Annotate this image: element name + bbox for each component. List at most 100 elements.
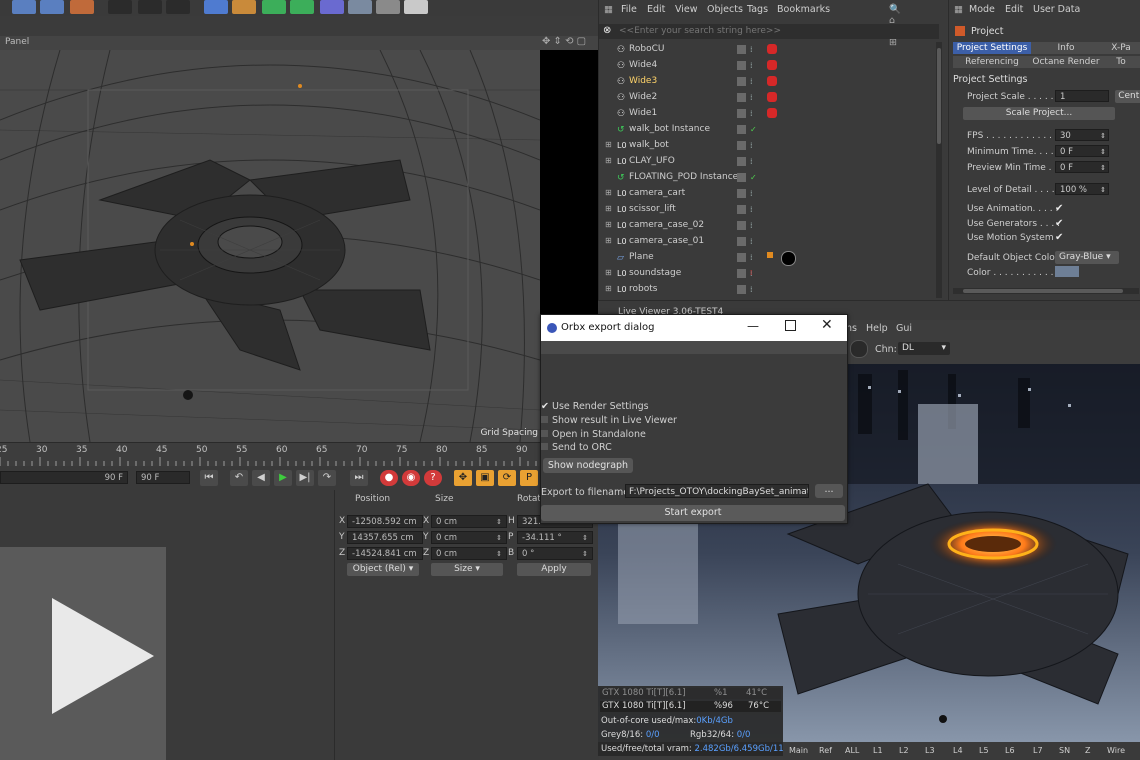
checkbox-icon[interactable]: ✔ (1055, 232, 1063, 243)
object-name[interactable]: camera_cart (629, 188, 685, 198)
render-pass-tab[interactable]: ALL (845, 746, 859, 755)
render-pass-tab[interactable]: Main (789, 746, 808, 755)
go-to-start-button[interactable]: ⏮ (200, 470, 218, 486)
viewport-panel-label[interactable]: Panel (5, 37, 29, 47)
render-pass-tab[interactable]: L6 (1005, 746, 1015, 755)
object-row[interactable]: ↺ walk_bot Instance ✓ (599, 122, 939, 138)
scale-project-button[interactable]: Scale Project... (963, 107, 1115, 120)
show-nodegraph-button[interactable]: Show nodegraph (543, 458, 633, 473)
object-name[interactable]: camera_case_02 (629, 220, 704, 230)
export-option[interactable]: ✔ Use Render Settings (541, 401, 649, 412)
expand-icon[interactable]: ⊞ (605, 157, 613, 165)
expand-icon[interactable]: ⊞ (605, 237, 613, 245)
render-pass-tab[interactable]: L5 (979, 746, 989, 755)
layer-icon[interactable] (737, 269, 746, 278)
browse-button[interactable]: ... (815, 484, 843, 498)
viewport-nav-icons[interactable]: ✥ ⇕ ⟲ ▢ (542, 36, 586, 47)
channel-select[interactable]: DL ▾ (898, 342, 950, 355)
om-menu-file[interactable]: File (621, 4, 637, 15)
attribute-tab[interactable]: X-Pa (1101, 42, 1140, 54)
object-name[interactable]: Wide3 (629, 76, 657, 86)
move-tool-icon[interactable] (12, 0, 36, 14)
visibility-dots-icon[interactable]: ⁞ (750, 141, 753, 150)
visibility-dots-icon[interactable]: ⁞ (750, 61, 753, 70)
expand-icon[interactable]: ⊞ (605, 205, 613, 213)
export-option[interactable]: Open in Standalone (541, 429, 646, 440)
render-settings-icon[interactable] (166, 0, 190, 14)
size-field[interactable]: 0 cm ⇕ (431, 515, 507, 528)
coordinate-mode-select[interactable]: Object (Rel) ▾ (347, 563, 419, 576)
om-menu-edit[interactable]: Edit (647, 4, 665, 15)
layer-icon[interactable] (737, 253, 746, 262)
visibility-dots-icon[interactable]: ⁞ (750, 285, 753, 294)
render-region-icon[interactable] (108, 0, 132, 14)
object-row[interactable]: ⚇ Wide4 ⁞ (599, 58, 939, 74)
export-option[interactable]: Send to ORC (541, 442, 612, 453)
live-viewer-menu-help[interactable]: Help (866, 323, 888, 334)
size-field[interactable]: 0 cm ⇕ (431, 531, 507, 544)
om-menu-bookmarks[interactable]: Bookmarks (777, 4, 830, 15)
camera-icon[interactable] (376, 0, 400, 14)
render-pass-tab[interactable]: L2 (899, 746, 909, 755)
apply-button[interactable]: Apply (517, 563, 591, 576)
layer-icon[interactable] (737, 45, 746, 54)
visibility-dots-icon[interactable]: ⁞ (750, 93, 753, 102)
texture-tag-icon[interactable] (767, 252, 773, 258)
close-icon[interactable]: ✕ (821, 317, 833, 333)
object-name[interactable]: Wide1 (629, 108, 657, 118)
nurbs-icon[interactable] (262, 0, 286, 14)
play-button[interactable]: ▶ (274, 470, 292, 486)
size-field[interactable]: 0 cm ⇕ (431, 547, 507, 560)
default-object-color-select[interactable]: Gray-Blue ▾ (1055, 251, 1119, 264)
layer-icon[interactable] (737, 173, 746, 182)
octane-camera-tag-icon[interactable] (767, 108, 777, 118)
enabled-check-icon[interactable]: ✓ (750, 125, 757, 134)
end-frame-field[interactable]: 90 F (136, 471, 190, 484)
attribute-tab[interactable]: To (1101, 56, 1140, 68)
3d-viewport[interactable]: Grid Spacing (0, 50, 540, 442)
position-field[interactable]: -14524.841 cm⇕ (347, 547, 423, 571)
material-tag-icon[interactable] (781, 251, 796, 266)
position-key-icon[interactable]: ✥ (454, 470, 472, 486)
object-name[interactable]: soundstage (629, 268, 681, 278)
close-search-icon[interactable]: ⊗ (603, 25, 611, 36)
layer-icon[interactable] (737, 125, 746, 134)
pick-focus-icon[interactable] (850, 340, 868, 358)
render-pass-tab[interactable]: Z (1085, 746, 1090, 755)
render-pass-tab[interactable]: L4 (953, 746, 963, 755)
expand-icon[interactable]: ⊞ (605, 269, 613, 277)
position-field[interactable]: -12508.592 cm⇕ (347, 515, 423, 539)
render-pass-tab[interactable]: L1 (873, 746, 883, 755)
attribute-field-value[interactable]: 0 F ⇕ (1055, 161, 1109, 173)
object-name[interactable]: scissor_lift (629, 204, 676, 214)
expand-icon[interactable]: ⊞ (605, 221, 613, 229)
layer-icon[interactable] (737, 189, 746, 198)
object-name[interactable]: Wide2 (629, 92, 657, 102)
checkbox-icon[interactable] (541, 443, 548, 450)
timeline-ruler[interactable]: 25 30 35 40 45 50 55 60 65 70 75 80 85 90 (0, 442, 540, 467)
visibility-dots-icon[interactable]: ⁞ (750, 109, 753, 118)
visibility-dots-icon[interactable]: ⁞ (750, 77, 753, 86)
record-button[interactable]: ● (380, 470, 398, 486)
object-row[interactable]: ⚇ Wide3 ⁞ (599, 74, 939, 90)
position-field[interactable]: 14357.655 cm⇕ (347, 531, 423, 555)
object-row[interactable]: ↺ FLOATING_POD Instance ✓ (599, 170, 939, 186)
floor-icon[interactable] (348, 0, 372, 14)
octane-camera-tag-icon[interactable] (767, 92, 777, 102)
minimize-icon[interactable]: — (747, 319, 759, 333)
object-row[interactable]: ⊞ L0 robots ⁞ (599, 282, 939, 298)
attribute-tab[interactable]: Referencing (953, 56, 1032, 68)
object-row[interactable]: ⚇ Wide2 ⁞ (599, 90, 939, 106)
export-filename-input[interactable]: F:\Projects_OTOY\dockingBaySet_animated (625, 484, 809, 498)
object-name[interactable]: CLAY_UFO (629, 156, 675, 166)
project-scale-field[interactable]: 1 (1055, 90, 1109, 102)
octane-camera-tag-icon[interactable] (767, 44, 777, 54)
color-swatch[interactable] (1055, 266, 1079, 277)
object-name[interactable]: Wide4 (629, 60, 657, 70)
checkbox-icon[interactable] (541, 430, 548, 437)
expand-icon[interactable]: ⊞ (605, 141, 613, 149)
layer-icon[interactable] (737, 141, 746, 150)
render-pass-tab[interactable]: Wire (1107, 746, 1125, 755)
render-view-icon[interactable] (138, 0, 162, 14)
attribute-tab[interactable]: Octane Render (1031, 56, 1102, 68)
